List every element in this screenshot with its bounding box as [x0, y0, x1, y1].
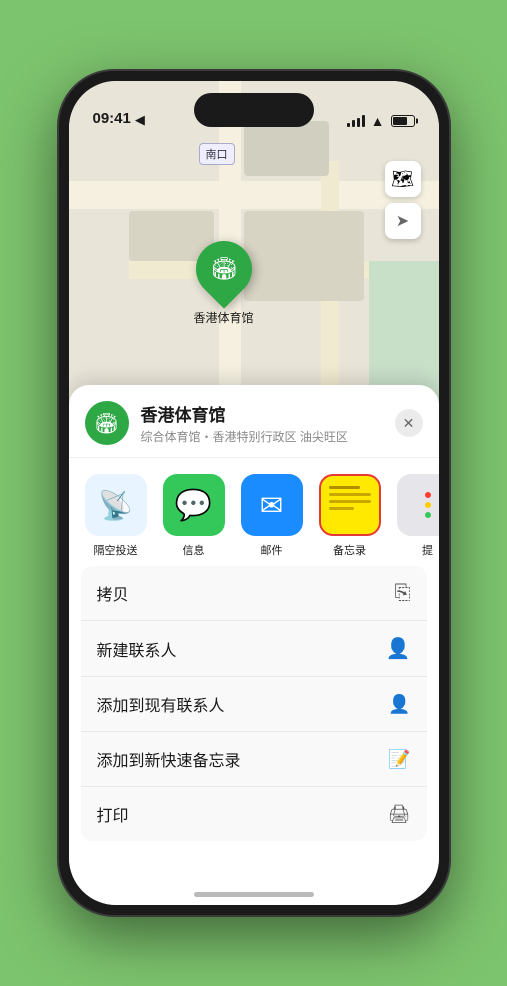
- notes-line-1: [329, 486, 361, 489]
- more-dot-yellow: [425, 502, 431, 508]
- status-time: 09:41: [93, 110, 131, 129]
- share-item-airdrop[interactable]: 📡 隔空投送: [81, 474, 151, 558]
- share-row: 📡 隔空投送 💬 信息 ✉ 邮件: [69, 458, 439, 566]
- notes-line-3: [329, 500, 371, 503]
- mail-icon: ✉: [260, 489, 283, 522]
- action-print[interactable]: 打印 🖨: [81, 787, 427, 841]
- battery-icon: [391, 115, 415, 127]
- copy-icon: ⎘: [395, 582, 411, 605]
- venue-name: 香港体育馆: [141, 401, 383, 426]
- map-pin-marker: 🏟: [184, 229, 263, 308]
- add-existing-icon: 👤: [388, 694, 410, 715]
- action-add-existing-label: 添加到现有联系人: [97, 692, 225, 716]
- mail-label: 邮件: [261, 542, 283, 558]
- share-item-mail[interactable]: ✉ 邮件: [237, 474, 307, 558]
- messages-icon: 💬: [175, 488, 212, 523]
- status-icons: ▲: [347, 113, 415, 129]
- venue-avatar: 🏟: [85, 401, 129, 445]
- signal-bar-4: [362, 115, 365, 127]
- map-entrance-label: 南口: [199, 143, 235, 165]
- venue-subtitle: 综合体育馆・香港特别行政区 油尖旺区: [141, 428, 383, 445]
- bottom-sheet: 🏟 香港体育馆 综合体育馆・香港特别行政区 油尖旺区 ✕ 📡 隔空投送: [69, 385, 439, 905]
- notes-label: 备忘录: [333, 542, 366, 558]
- phone-frame: 09:41 ◀ ▲: [59, 71, 449, 915]
- action-new-contact-label: 新建联系人: [97, 637, 177, 661]
- signal-bar-1: [347, 123, 350, 127]
- phone-screen: 09:41 ◀ ▲: [69, 81, 439, 905]
- more-label: 提: [422, 542, 433, 558]
- share-item-more[interactable]: 提: [393, 474, 439, 558]
- new-contact-icon: 👤: [386, 636, 411, 661]
- wifi-icon: ▲: [371, 113, 385, 129]
- mail-icon-wrap: ✉: [241, 474, 303, 536]
- notes-line-2: [329, 493, 371, 496]
- action-quick-note[interactable]: 添加到新快速备忘录 📝: [81, 732, 427, 787]
- sheet-header: 🏟 香港体育馆 综合体育馆・香港特别行政区 油尖旺区 ✕: [69, 385, 439, 458]
- location-icon: ➤: [396, 211, 409, 231]
- airdrop-icon-wrap: 📡: [85, 474, 147, 536]
- map-layers-button[interactable]: 🗺: [385, 161, 421, 197]
- notes-line-4: [329, 507, 354, 510]
- signal-bar-2: [352, 120, 355, 127]
- print-icon: 🖨: [388, 804, 411, 825]
- messages-label: 信息: [183, 542, 205, 558]
- more-icon-wrap: [397, 474, 439, 536]
- signal-bars-icon: [347, 115, 365, 127]
- action-list: 拷贝 ⎘ 新建联系人 👤 添加到现有联系人 👤 添加到新快速备忘录 📝 打印: [81, 566, 427, 841]
- map-block-1: [244, 211, 364, 301]
- action-print-label: 打印: [97, 802, 129, 826]
- action-new-contact[interactable]: 新建联系人 👤: [81, 621, 427, 677]
- close-button[interactable]: ✕: [395, 409, 423, 437]
- more-dot-red: [425, 492, 431, 498]
- location-arrow-icon: ◀: [135, 112, 145, 128]
- more-dots-group: [425, 492, 431, 518]
- dynamic-island: [194, 93, 314, 127]
- messages-icon-wrap: 💬: [163, 474, 225, 536]
- home-indicator: [194, 892, 314, 897]
- share-item-messages[interactable]: 💬 信息: [159, 474, 229, 558]
- airdrop-icon: 📡: [98, 489, 133, 522]
- signal-bar-3: [357, 118, 360, 127]
- more-dot-green: [425, 512, 431, 518]
- venue-pin-icon: 🏟: [210, 256, 238, 282]
- airdrop-label: 隔空投送: [94, 542, 138, 558]
- map-location-button[interactable]: ➤: [385, 203, 421, 239]
- share-item-notes[interactable]: 备忘录: [315, 474, 385, 558]
- action-copy-label: 拷贝: [97, 581, 129, 605]
- map-pin[interactable]: 🏟 香港体育馆: [194, 241, 254, 326]
- action-quick-note-label: 添加到新快速备忘录: [97, 747, 241, 771]
- venue-info: 香港体育馆 综合体育馆・香港特别行政区 油尖旺区: [141, 401, 383, 445]
- quick-note-icon: 📝: [388, 749, 410, 770]
- layers-icon: 🗺: [391, 169, 414, 190]
- notes-lines: [321, 486, 379, 510]
- map-pin-label: 香港体育馆: [194, 309, 254, 326]
- notes-icon-wrap: [319, 474, 381, 536]
- action-copy[interactable]: 拷贝 ⎘: [81, 566, 427, 621]
- action-add-existing[interactable]: 添加到现有联系人 👤: [81, 677, 427, 732]
- battery-fill: [393, 117, 407, 125]
- map-road-h: [69, 181, 439, 209]
